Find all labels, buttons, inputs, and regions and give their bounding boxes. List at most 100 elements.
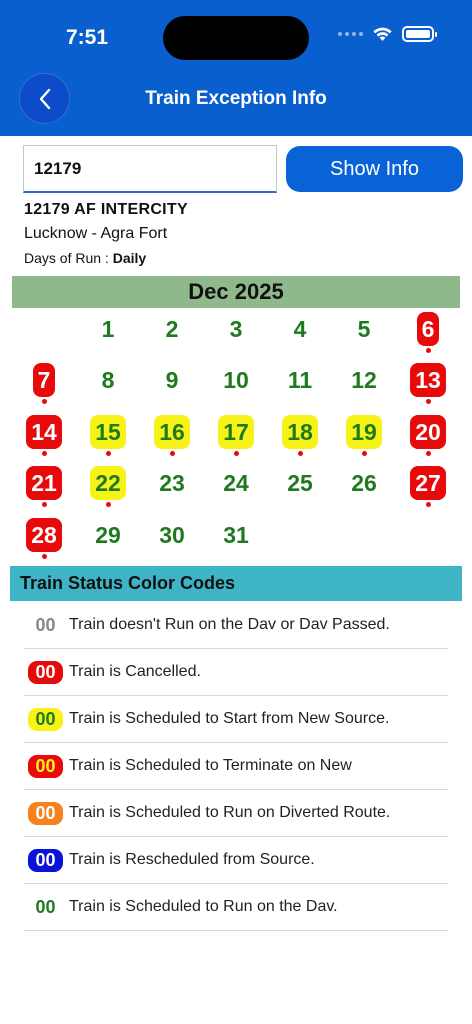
- calendar-day-2[interactable]: 2: [149, 311, 195, 347]
- status-badge-yellow: 00: [28, 707, 63, 731]
- dynamic-island: [163, 16, 309, 60]
- calendar-day-number: 24: [223, 470, 249, 496]
- days-of-run-label: Days of Run :: [24, 250, 113, 266]
- calendar-day-number: 9: [165, 367, 179, 393]
- legend-item: 00 Train is Cancelled.: [24, 649, 448, 696]
- calendar-day-29[interactable]: 29: [85, 517, 131, 553]
- calendar-day-number: 22: [90, 466, 126, 507]
- status-badge-gray: 00: [35, 614, 56, 635]
- calendar-day-number: 1: [101, 316, 115, 342]
- calendar-day-number: 5: [357, 316, 371, 342]
- calendar-day-number: 23: [159, 470, 185, 496]
- calendar-day-3[interactable]: 3: [213, 311, 259, 347]
- calendar-month-header: Dec 2025: [12, 276, 460, 308]
- status-badge-red: 00: [28, 660, 63, 684]
- legend-item: 00 Train doesn't Run on the Dav or Dav Pa…: [24, 602, 448, 649]
- legend-item-text: Train is Scheduled to Terminate on New: [69, 757, 352, 774]
- status-badge-green: 00: [35, 896, 56, 917]
- navigation-header: 7:51 Train Exception Info: [0, 0, 472, 136]
- legend-item: 00 Train is Scheduled to Run on Diverted …: [24, 790, 448, 837]
- calendar-day-number: 15: [90, 415, 126, 456]
- calendar-day-1[interactable]: 1: [85, 311, 131, 347]
- calendar-day-number: 26: [351, 470, 377, 496]
- calendar-day-20[interactable]: 20: [405, 414, 451, 456]
- calendar-day-19[interactable]: 19: [341, 414, 387, 456]
- legend-item: 00 Train is Scheduled to Terminate on New: [24, 743, 448, 790]
- legend-item-text: Train is Scheduled to Run on the Dav.: [69, 898, 338, 915]
- legend-item-text: Train is Scheduled to Run on Diverted Ro…: [69, 804, 391, 821]
- status-icons: [338, 26, 437, 42]
- calendar-day-5[interactable]: 5: [341, 311, 387, 347]
- status-time: 7:51: [66, 26, 109, 49]
- calendar-day-27[interactable]: 27: [405, 465, 451, 507]
- calendar-day-number: 28: [26, 518, 62, 559]
- train-route: Lucknow - Agra Fort: [24, 225, 168, 242]
- calendar-day-10[interactable]: 10: [213, 362, 259, 398]
- calendar-day-16[interactable]: 16: [149, 414, 195, 456]
- legend-item-text: Train is Cancelled.: [69, 663, 201, 680]
- legend-title: Train Status Color Codes: [10, 566, 462, 601]
- calendar-day-number: 14: [26, 415, 62, 456]
- calendar-day-number: 13: [410, 363, 446, 404]
- calendar-day-25[interactable]: 25: [277, 465, 323, 501]
- calendar-day-23[interactable]: 23: [149, 465, 195, 501]
- legend-item: 00 Train is Scheduled to Run on the Dav.: [24, 884, 448, 931]
- battery-icon: [402, 26, 437, 42]
- calendar-day-number: 10: [223, 367, 249, 393]
- status-badge-blue: 00: [28, 848, 63, 872]
- legend-item: 00 Train is Scheduled to Start from New S…: [24, 696, 448, 743]
- calendar-day-4[interactable]: 4: [277, 311, 323, 347]
- calendar-day-number: 16: [154, 415, 190, 456]
- calendar-day-8[interactable]: 8: [85, 362, 131, 398]
- legend-item-text: Train doesn't Run on the Dav or Dav Pass…: [69, 616, 390, 633]
- status-badge-orange: 00: [28, 801, 63, 825]
- calendar-day-6[interactable]: 6: [405, 311, 451, 353]
- calendar-day-number: 4: [293, 316, 307, 342]
- calendar-day-17[interactable]: 17: [213, 414, 259, 456]
- calendar-day-28[interactable]: 28: [21, 517, 67, 559]
- calendar-day-26[interactable]: 26: [341, 465, 387, 501]
- calendar-day-14[interactable]: 14: [21, 414, 67, 456]
- calendar-day-number: 7: [32, 363, 56, 404]
- calendar-day-number: 6: [416, 312, 440, 353]
- calendar-day-13[interactable]: 13: [405, 362, 451, 404]
- calendar-day-number: 12: [351, 367, 377, 393]
- calendar-day-22[interactable]: 22: [85, 465, 131, 507]
- calendar-day-18[interactable]: 18: [277, 414, 323, 456]
- calendar-day-31[interactable]: 31: [213, 517, 259, 553]
- calendar-day-number: 20: [410, 415, 446, 456]
- calendar-day-number: 31: [223, 522, 249, 548]
- days-of-run: Days of Run : Daily: [24, 250, 146, 266]
- days-of-run-value: Daily: [112, 250, 147, 266]
- legend-item: 00 Train is Rescheduled from Source.: [24, 837, 448, 884]
- legend-list: 00 Train doesn't Run on the Dav or Dav Pa…: [24, 602, 448, 931]
- calendar-day-21[interactable]: 21: [21, 465, 67, 507]
- legend-item-text: Train is Rescheduled from Source.: [69, 851, 315, 868]
- show-info-button[interactable]: Show Info: [286, 146, 463, 192]
- calendar-day-30[interactable]: 30: [149, 517, 195, 553]
- calendar-day-24[interactable]: 24: [213, 465, 259, 501]
- calendar-day-number: 29: [95, 522, 121, 548]
- legend-item-text: Train is Scheduled to Start from New Sou…: [69, 710, 390, 727]
- status-badge-redyellow: 00: [28, 754, 63, 778]
- calendar-day-12[interactable]: 12: [341, 362, 387, 398]
- page-title: Train Exception Info: [145, 88, 327, 109]
- calendar-day-11[interactable]: 11: [277, 362, 323, 398]
- calendar-day-15[interactable]: 15: [85, 414, 131, 456]
- calendar-day-number: 2: [165, 316, 179, 342]
- calendar-day-number: 3: [229, 316, 243, 342]
- calendar-day-number: 17: [218, 415, 254, 456]
- calendar-day-number: 11: [287, 367, 313, 393]
- calendar-day-number: 19: [346, 415, 382, 456]
- calendar-day-number: 18: [282, 415, 318, 456]
- calendar-day-number: 8: [101, 367, 115, 393]
- calendar-day-number: 30: [159, 522, 185, 548]
- calendar-day-9[interactable]: 9: [149, 362, 195, 398]
- calendar-day-number: 21: [26, 466, 62, 507]
- wifi-icon: [373, 27, 392, 41]
- train-number-input[interactable]: [23, 145, 277, 193]
- train-number-name: 12179 AF INTERCITY: [24, 201, 188, 218]
- calendar-day-7[interactable]: 7: [21, 362, 67, 404]
- signal-dots-icon: [338, 32, 363, 36]
- calendar-day-number: 27: [410, 466, 446, 507]
